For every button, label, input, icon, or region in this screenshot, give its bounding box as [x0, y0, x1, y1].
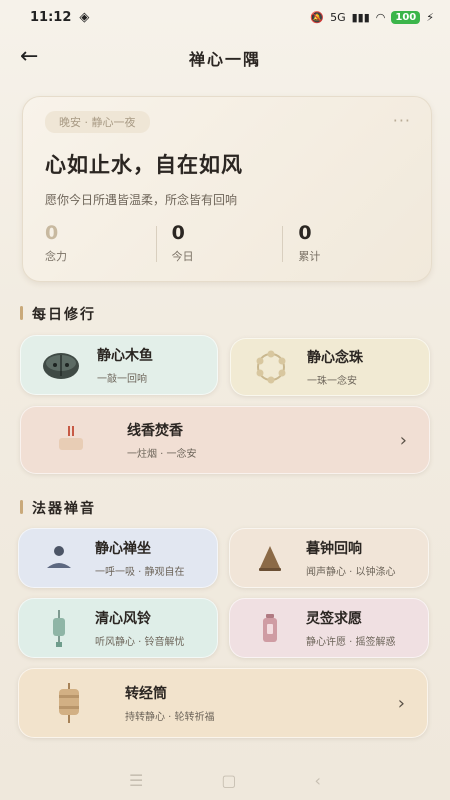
hero-subtitle: 愿你今日所遇皆温柔，所念皆有回响: [45, 193, 238, 207]
stat-label: 念力: [45, 250, 67, 263]
home-nav-icon[interactable]: ▢: [221, 771, 236, 790]
stat-label: 累计: [298, 250, 321, 263]
incense-icon: [49, 418, 93, 462]
stat-label: 今日: [171, 250, 194, 263]
card-subtitle: 一珠一念安: [307, 376, 357, 387]
incense-card[interactable]: 线香焚香 一炷烟 · 一念安 ›: [20, 406, 430, 474]
signal-label: 5G: [330, 10, 346, 24]
card-title: 转经筒: [125, 686, 167, 702]
status-bar: 11:12 ◈ 🔕 5G ▮▮▮ ◠ 100 ⚡: [0, 0, 450, 34]
card-title: 清心风铃: [95, 611, 151, 627]
section-instruments-title: 法器禅音: [20, 498, 96, 518]
charging-icon: ⚡: [426, 10, 434, 24]
card-title: 线香焚香: [127, 423, 183, 439]
card-title: 静心木鱼: [97, 348, 153, 364]
menu-nav-icon[interactable]: ☰: [129, 771, 143, 790]
card-subtitle: 听风静心 · 铃音解忧: [95, 637, 185, 648]
prayer-beads-card[interactable]: 静心念珠 一珠一念安: [230, 338, 430, 396]
prayer-beads-icon: [249, 345, 293, 389]
notification-icon: ◈: [79, 9, 90, 25]
stat-power: 0 念力: [45, 222, 156, 264]
card-title: 静心禅坐: [95, 541, 151, 557]
card-subtitle: 持转静心 · 轮转祈福: [125, 712, 215, 723]
stat-value: 0: [45, 222, 59, 244]
more-options-icon[interactable]: ···: [393, 111, 411, 130]
stat-value: 0: [171, 222, 185, 244]
prayer-wheel-card[interactable]: 转经筒 持转静心 · 轮转祈福 ›: [18, 668, 428, 738]
hero-card: 晚安 · 静心一夜 ··· 心如止水，自在如风 愿你今日所遇皆温柔，所念皆有回响…: [22, 96, 432, 282]
hero-stats: 0 念力 0 今日 0 累计: [45, 222, 409, 264]
meditation-card[interactable]: 静心禅坐 一呼一吸 · 静观自在: [18, 528, 218, 588]
mute-icon: 🔕: [310, 10, 325, 24]
stat-today: 0 今日: [155, 222, 283, 264]
fortune-stick-icon: [248, 606, 292, 650]
fortune-stick-card[interactable]: 灵签求愿 静心许愿 · 摇签解惑: [229, 598, 429, 658]
back-nav-icon[interactable]: ‹: [315, 771, 321, 790]
meditation-icon: [37, 536, 81, 580]
prayer-wheel-icon: [47, 681, 91, 725]
status-time: 11:12: [30, 9, 72, 25]
wind-chime-icon: [37, 606, 81, 650]
section-daily-title: 每日修行: [20, 304, 96, 324]
wooden-fish-card[interactable]: 静心木鱼 一敲一回响: [20, 335, 218, 395]
card-subtitle: 一呼一吸 · 静观自在: [95, 567, 185, 578]
page-title: 禅心一隅: [188, 50, 261, 69]
chevron-right-icon: ›: [399, 429, 407, 451]
card-subtitle: 闻声静心 · 以钟涤心: [306, 567, 396, 578]
battery-badge: 100: [391, 10, 421, 24]
app-header: ← 禅心一隅: [0, 36, 450, 80]
card-subtitle: 一炷烟 · 一念安: [127, 449, 197, 460]
chevron-right-icon: ›: [397, 692, 405, 714]
stat-value: 0: [298, 222, 312, 244]
stat-total: 0 累计: [282, 222, 409, 264]
wind-chime-card[interactable]: 清心风铃 听风静心 · 铃音解忧: [18, 598, 218, 658]
system-nav-bar: ☰ ▢ ‹: [0, 760, 450, 800]
bell-icon: [248, 536, 292, 580]
evening-bell-card[interactable]: 暮钟回响 闻声静心 · 以钟涤心: [229, 528, 429, 588]
status-right: 🔕 5G ▮▮▮ ◠ 100 ⚡: [310, 10, 434, 24]
wifi-icon: ◠: [375, 10, 386, 24]
signal-icon: ▮▮▮: [351, 10, 370, 24]
status-left: 11:12 ◈: [30, 10, 89, 25]
hero-title: 心如止水，自在如风: [45, 153, 243, 177]
wooden-fish-icon: [39, 343, 83, 387]
card-subtitle: 静心许愿 · 摇签解惑: [306, 637, 396, 648]
card-subtitle: 一敲一回响: [97, 374, 147, 385]
back-arrow-icon[interactable]: ←: [20, 44, 46, 70]
card-title: 灵签求愿: [306, 611, 362, 627]
card-title: 暮钟回响: [306, 541, 362, 557]
hero-tag: 晚安 · 静心一夜: [45, 111, 150, 133]
card-title: 静心念珠: [307, 350, 363, 366]
